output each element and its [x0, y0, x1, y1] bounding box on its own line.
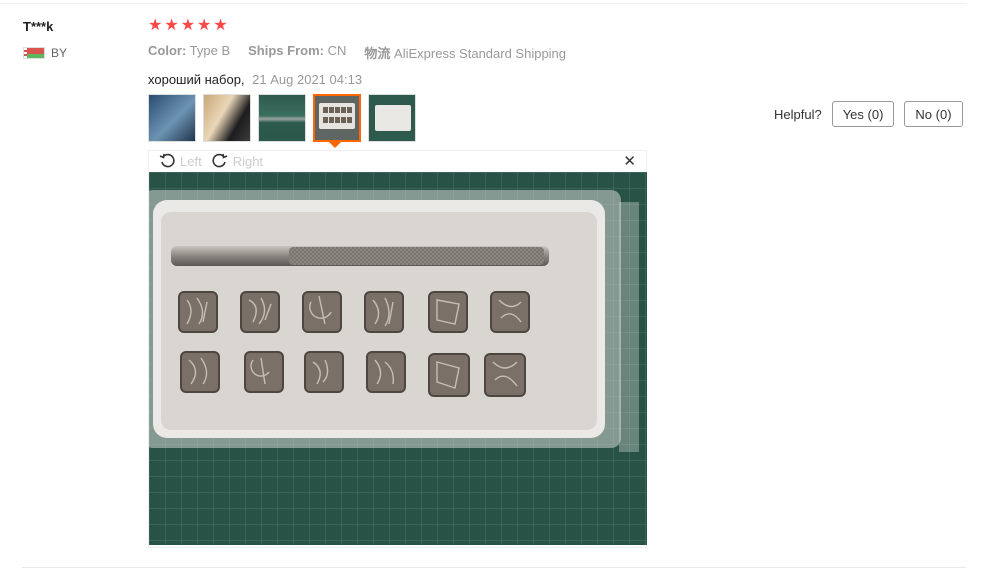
stamp-set-photo [149, 172, 647, 545]
star-icon: ★ [213, 17, 228, 34]
rotate-right-button[interactable]: Right [212, 153, 263, 169]
reviewer-name: T***k [23, 19, 54, 34]
thumbnail-3[interactable] [258, 94, 306, 142]
rotate-left-label: Left [180, 153, 202, 169]
review-attributes: Color: Type B Ships From: CN 物流 AliExpre… [148, 43, 566, 62]
thumbnail-5[interactable] [368, 94, 416, 142]
attr-color: Color: Type B [148, 43, 231, 58]
thumbnail-image [259, 95, 305, 141]
helpful-no-button[interactable]: No (0) [904, 101, 963, 127]
rotate-left-icon [159, 153, 175, 168]
thumbnail-image [315, 96, 359, 140]
attr-ships-from: Ships From: CN [248, 43, 347, 58]
bottom-divider [22, 567, 966, 568]
photo-viewer: Left Right ✕ [148, 150, 647, 548]
active-thumbnail-caret-icon [329, 142, 341, 148]
review-content: ★ ★ ★ ★ ★ Color: Type B Ships From: CN 物… [148, 17, 566, 87]
thumbnail-2[interactable] [203, 94, 251, 142]
rotate-right-label: Right [232, 153, 264, 169]
thumbnail-image [204, 95, 250, 141]
helpful-label: Helpful? [774, 106, 822, 122]
thumbnail-4-active[interactable] [313, 94, 361, 142]
rotate-left-button[interactable]: Left [159, 153, 202, 169]
thumbnail-image [149, 95, 195, 141]
rotate-right-icon [212, 153, 228, 168]
helpful-yes-button[interactable]: Yes (0) [831, 101, 895, 127]
photo-thumbnails [148, 94, 416, 142]
country-code: BY [51, 46, 68, 60]
viewer-toolbar: Left Right ✕ [149, 151, 646, 171]
attr-logistics: 物流 AliExpress Standard Shipping [364, 46, 567, 61]
comment-text: хороший набор, [148, 72, 245, 87]
close-icon[interactable]: ✕ [623, 152, 636, 170]
reviewer-country: BY [23, 46, 67, 60]
star-rating: ★ ★ ★ ★ ★ [148, 17, 566, 35]
review-comment: хороший набор, 21 Aug 2021 04:13 [148, 72, 566, 87]
top-divider [0, 3, 966, 4]
thumbnail-image [369, 95, 415, 141]
reviewer-info: T***k BY [23, 19, 67, 60]
review-photo [149, 172, 647, 545]
star-icon: ★ [180, 17, 196, 34]
belarus-flag-icon [23, 47, 45, 59]
thumbnail-1[interactable] [148, 94, 196, 142]
star-icon: ★ [148, 17, 163, 34]
star-icon: ★ [197, 17, 212, 34]
review-date: 21 Aug 2021 04:13 [252, 72, 363, 87]
helpful-vote: Helpful? Yes (0) No (0) [774, 101, 963, 127]
star-icon: ★ [164, 17, 179, 34]
